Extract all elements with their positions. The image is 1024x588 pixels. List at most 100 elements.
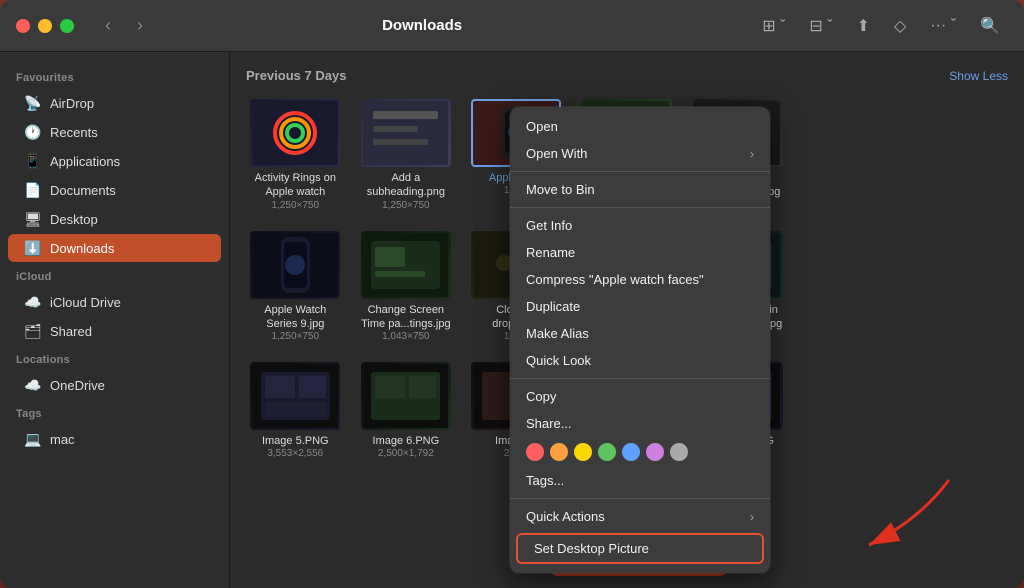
tags-label: Tags... bbox=[526, 473, 564, 488]
file-name: Change Screen Time pa...tings.jpg bbox=[361, 303, 451, 332]
quick-look-label: Quick Look bbox=[526, 353, 591, 368]
sidebar-item-airdrop[interactable]: 📡 AirDrop bbox=[8, 89, 221, 117]
sidebar-item-label: Documents bbox=[50, 183, 116, 198]
search-button[interactable]: 🔍 bbox=[972, 12, 1008, 40]
set-desktop-highlight-box: Set Desktop Picture bbox=[516, 533, 764, 564]
context-menu-get-info[interactable]: Get Info bbox=[510, 212, 770, 239]
sidebar-item-desktop[interactable]: 🖥 Desktop bbox=[8, 205, 221, 233]
view-grid-button[interactable]: ⊞ ˇ bbox=[754, 12, 793, 40]
context-menu-move-to-bin[interactable]: Move to Bin bbox=[510, 176, 770, 203]
file-item[interactable]: Image 6.PNG 2,500×1,792 bbox=[357, 358, 456, 463]
context-menu-tags[interactable]: Tags... bbox=[510, 467, 770, 494]
file-item[interactable]: Add a subheading.png 1,250×750 bbox=[357, 95, 456, 215]
sidebar-item-label: OneDrive bbox=[50, 378, 105, 393]
context-menu-copy[interactable]: Copy bbox=[510, 383, 770, 410]
section-header: Previous 7 Days Show Less bbox=[246, 68, 1008, 83]
context-menu-share[interactable]: Share... bbox=[510, 410, 770, 437]
color-dot-red[interactable] bbox=[526, 443, 544, 461]
close-button[interactable] bbox=[16, 19, 30, 33]
maximize-button[interactable] bbox=[60, 19, 74, 33]
share-button[interactable]: ⬆ bbox=[849, 12, 878, 40]
color-dot-blue[interactable] bbox=[622, 443, 640, 461]
sidebar-item-label: Shared bbox=[50, 324, 92, 339]
file-thumbnail bbox=[250, 99, 340, 167]
separator bbox=[510, 207, 770, 208]
context-menu-make-alias[interactable]: Make Alias bbox=[510, 320, 770, 347]
file-thumbnail bbox=[250, 362, 340, 430]
context-menu-quick-look[interactable]: Quick Look bbox=[510, 347, 770, 374]
recents-icon: 🕐 bbox=[24, 123, 42, 141]
context-menu-open-with[interactable]: Open With › bbox=[510, 140, 770, 167]
separator bbox=[510, 498, 770, 499]
sidebar-item-shared[interactable]: 🗂 Shared bbox=[8, 317, 221, 345]
color-dot-gray[interactable] bbox=[670, 443, 688, 461]
arrow-annotation bbox=[839, 470, 969, 560]
context-menu-open[interactable]: Open bbox=[510, 113, 770, 140]
thumb-preview bbox=[361, 231, 451, 299]
mac-icon: 💻 bbox=[24, 430, 42, 448]
file-item[interactable]: Image 5.PNG 3,553×2,556 bbox=[246, 358, 345, 463]
airdrop-icon: 📡 bbox=[24, 94, 42, 112]
sidebar-item-label: Recents bbox=[50, 125, 98, 140]
file-size: 1,250×750 bbox=[382, 200, 430, 211]
sidebar-item-label: iCloud Drive bbox=[50, 295, 121, 310]
rename-label: Rename bbox=[526, 245, 575, 260]
file-thumbnail bbox=[250, 231, 340, 299]
thumb-preview bbox=[361, 99, 451, 167]
context-menu: Open Open With › Move to Bin Get Info Re… bbox=[510, 107, 770, 573]
sidebar-item-onedrive[interactable]: ☁️ OneDrive bbox=[8, 371, 221, 399]
tags-label: Tags bbox=[0, 400, 229, 424]
show-less-button[interactable]: Show Less bbox=[949, 69, 1008, 83]
more-button[interactable]: ··· ˇ bbox=[922, 13, 964, 39]
thumb-preview bbox=[250, 362, 340, 430]
color-dot-purple[interactable] bbox=[646, 443, 664, 461]
sidebar-item-recents[interactable]: 🕐 Recents bbox=[8, 118, 221, 146]
sidebar-item-label: Desktop bbox=[50, 212, 98, 227]
file-thumbnail bbox=[361, 362, 451, 430]
favourites-label: Favourites bbox=[0, 64, 229, 88]
file-size: 1,043×750 bbox=[382, 331, 430, 342]
file-size: 3,553×2,556 bbox=[267, 448, 323, 459]
set-desktop-label: Set Desktop Picture bbox=[534, 541, 649, 556]
file-thumbnail bbox=[361, 99, 451, 167]
context-menu-set-desktop[interactable]: Set Desktop Picture bbox=[518, 535, 762, 562]
make-alias-label: Make Alias bbox=[526, 326, 589, 341]
copy-label: Copy bbox=[526, 389, 556, 404]
window-title: Downloads bbox=[90, 17, 754, 34]
tag-button[interactable]: ◇ bbox=[886, 12, 914, 40]
minimize-button[interactable] bbox=[38, 19, 52, 33]
context-menu-compress[interactable]: Compress "Apple watch faces" bbox=[510, 266, 770, 293]
context-menu-quick-actions[interactable]: Quick Actions › bbox=[510, 503, 770, 530]
open-label: Open bbox=[526, 119, 558, 134]
sidebar-item-label: AirDrop bbox=[50, 96, 94, 111]
color-dot-yellow[interactable] bbox=[574, 443, 592, 461]
context-menu-rename[interactable]: Rename bbox=[510, 239, 770, 266]
sidebar-item-downloads[interactable]: ⬇️ Downloads bbox=[8, 234, 221, 262]
color-dot-green[interactable] bbox=[598, 443, 616, 461]
file-item[interactable]: Activity Rings on Apple watch 1,250×750 bbox=[246, 95, 345, 215]
get-info-label: Get Info bbox=[526, 218, 572, 233]
file-size: 2,500×1,792 bbox=[378, 448, 434, 459]
applications-icon: 📱 bbox=[24, 152, 42, 170]
separator bbox=[510, 171, 770, 172]
sidebar-item-icloud-drive[interactable]: ☁️ iCloud Drive bbox=[8, 288, 221, 316]
color-dot-orange[interactable] bbox=[550, 443, 568, 461]
downloads-icon: ⬇️ bbox=[24, 239, 42, 257]
share-label: Share... bbox=[526, 416, 572, 431]
submenu-arrow-icon: › bbox=[750, 147, 754, 161]
file-item[interactable]: Change Screen Time pa...tings.jpg 1,043×… bbox=[357, 227, 456, 347]
context-menu-duplicate[interactable]: Duplicate bbox=[510, 293, 770, 320]
content-area: Previous 7 Days Show Less Activity Rings… bbox=[230, 52, 1024, 588]
sidebar-item-documents[interactable]: 📄 Documents bbox=[8, 176, 221, 204]
thumb-preview bbox=[250, 99, 340, 167]
sidebar-item-mac[interactable]: 💻 mac bbox=[8, 425, 221, 453]
sidebar-item-label: Downloads bbox=[50, 241, 114, 256]
file-item[interactable]: Apple Watch Series 9.jpg 1,250×750 bbox=[246, 227, 345, 347]
sidebar-item-label: mac bbox=[50, 432, 75, 447]
finder-window: ‹ › Downloads ⊞ ˇ ⊟ ˇ ⬆ ◇ ··· ˇ 🔍 Favour… bbox=[0, 0, 1024, 588]
view-apps-button[interactable]: ⊟ ˇ bbox=[801, 12, 840, 40]
color-dots-row bbox=[510, 437, 770, 467]
sidebar-item-label: Applications bbox=[50, 154, 120, 169]
sidebar-item-applications[interactable]: 📱 Applications bbox=[8, 147, 221, 175]
file-name: Add a subheading.png bbox=[361, 171, 451, 200]
